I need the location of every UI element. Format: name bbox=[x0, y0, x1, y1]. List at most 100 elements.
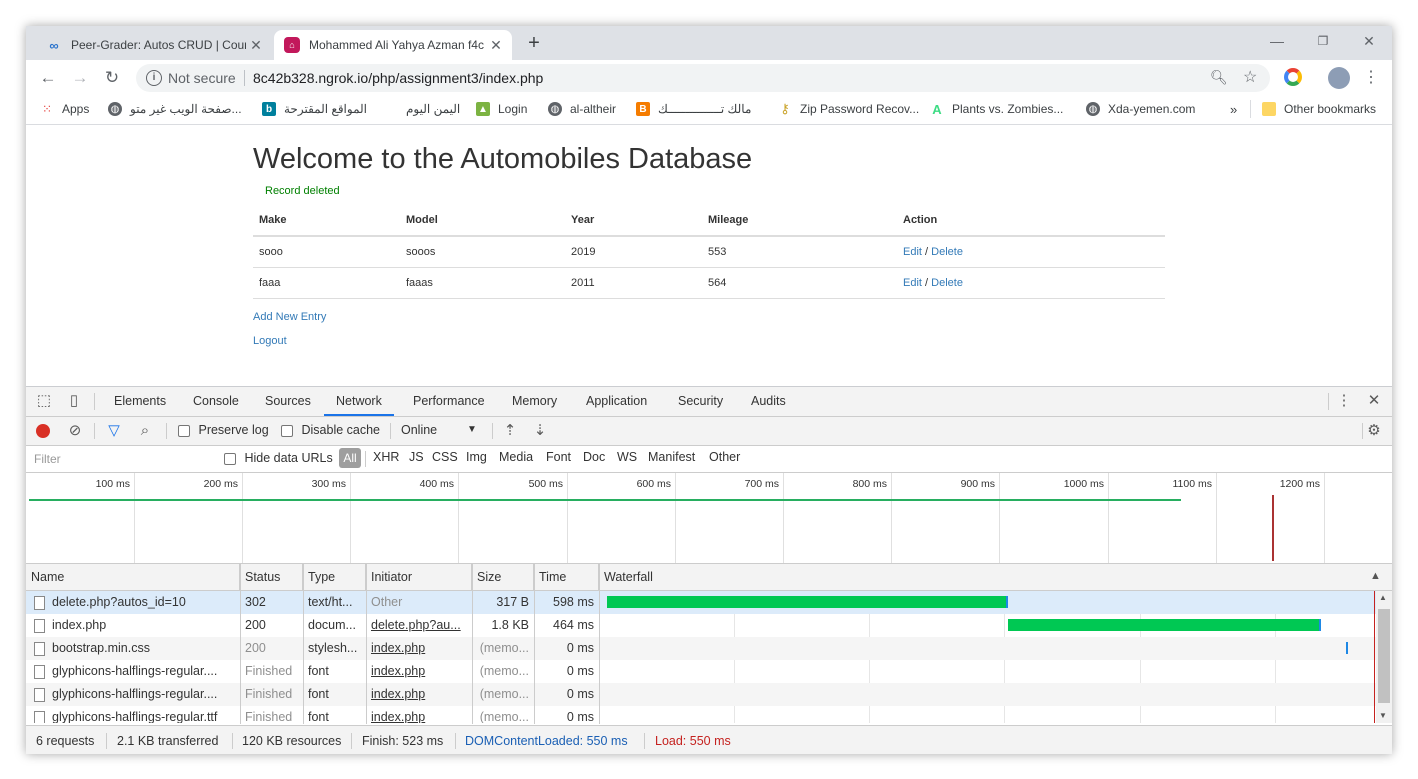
menu-icon[interactable]: ⋮ bbox=[1359, 66, 1383, 90]
scroll-down-icon[interactable]: ▼ bbox=[1379, 711, 1387, 720]
filter-input[interactable]: Filter bbox=[30, 449, 214, 469]
reload-icon[interactable]: ↻ bbox=[100, 66, 124, 90]
close-tab-icon[interactable]: ✕ bbox=[486, 37, 506, 54]
forward-icon[interactable]: → bbox=[68, 66, 92, 90]
tab-memory[interactable]: Memory bbox=[500, 387, 569, 416]
inspect-icon[interactable]: ⬚ bbox=[34, 391, 54, 411]
search-icon[interactable]: ⌕ bbox=[135, 421, 155, 441]
gear-icon[interactable]: ⚙ bbox=[1364, 421, 1384, 441]
disable-cache-toggle[interactable]: Disable cache bbox=[281, 423, 380, 437]
throttle-select[interactable]: Online ▼ bbox=[401, 423, 477, 437]
address-bar[interactable]: i Not secure 8c42b328.ngrok.io/php/assig… bbox=[136, 64, 1270, 92]
col-waterfall[interactable]: Waterfall bbox=[599, 564, 1392, 590]
back-icon[interactable]: ← bbox=[36, 66, 60, 90]
bookmark-4[interactable]: ▲ Login bbox=[476, 102, 527, 116]
request-initiator[interactable]: index.php bbox=[366, 683, 472, 706]
tab-performance[interactable]: Performance bbox=[401, 387, 497, 416]
preserve-log-toggle[interactable]: Preserve log bbox=[178, 423, 269, 437]
bookmark-7[interactable]: ⚷ Zip Password Recov... bbox=[778, 101, 919, 116]
bookmark-other[interactable]: Other bookmarks bbox=[1262, 102, 1376, 116]
request-row[interactable]: glyphicons-halflings-regular.... Finishe… bbox=[26, 683, 1376, 706]
type-filter-media[interactable]: Media bbox=[499, 450, 533, 464]
tab-security[interactable]: Security bbox=[666, 387, 735, 416]
request-initiator[interactable]: index.php bbox=[366, 706, 472, 723]
request-row[interactable]: bootstrap.min.css 200 stylesh... index.p… bbox=[26, 637, 1376, 660]
bookmark-6[interactable]: B مالك تـــــــــــــــك bbox=[636, 102, 751, 116]
type-filter-font[interactable]: Font bbox=[546, 450, 571, 464]
devtools-menu-icon[interactable]: ⋮ bbox=[1334, 391, 1354, 411]
type-filter-manifest[interactable]: Manifest bbox=[648, 450, 695, 464]
close-tab-icon[interactable]: ✕ bbox=[246, 37, 266, 54]
request-row[interactable]: glyphicons-halflings-regular.... Finishe… bbox=[26, 660, 1376, 683]
col-size[interactable]: Size bbox=[472, 564, 534, 590]
request-initiator[interactable]: index.php bbox=[366, 637, 472, 660]
delete-link[interactable]: Delete bbox=[931, 277, 963, 289]
tab-console[interactable]: Console bbox=[181, 387, 251, 416]
export-har-icon[interactable]: ⇣ bbox=[530, 421, 550, 441]
col-initiator[interactable]: Initiator bbox=[366, 564, 472, 590]
clear-icon[interactable]: ⊘ bbox=[65, 421, 85, 441]
type-filter-xhr[interactable]: XHR bbox=[373, 450, 399, 464]
type-filter-doc[interactable]: Doc bbox=[583, 450, 605, 464]
tab-sources[interactable]: Sources bbox=[253, 387, 323, 416]
tab-current[interactable]: ⌂ Mohammed Ali Yahya Azman f4c ✕ bbox=[274, 30, 512, 60]
type-filter-other[interactable]: Other bbox=[709, 450, 740, 464]
minimize-icon[interactable]: — bbox=[1254, 30, 1300, 52]
device-toggle-icon[interactable]: ▯ bbox=[64, 391, 84, 411]
extension-icon[interactable] bbox=[1284, 68, 1302, 86]
col-time[interactable]: Time bbox=[534, 564, 599, 590]
bookmark-5[interactable]: ◍ al-altheir bbox=[548, 102, 616, 116]
close-window-icon[interactable]: ✕ bbox=[1346, 30, 1392, 52]
bookmark-1[interactable]: ◍ صفحة الويب غير متو... bbox=[108, 102, 242, 116]
network-overview[interactable]: 100 ms 200 ms 300 ms 400 ms 500 ms 600 m… bbox=[26, 473, 1392, 564]
bookmark-2[interactable]: b المواقع المقترحة bbox=[262, 102, 367, 116]
tab-network[interactable]: Network bbox=[324, 387, 394, 416]
request-initiator[interactable]: index.php bbox=[366, 660, 472, 683]
col-type[interactable]: Type bbox=[303, 564, 366, 590]
edit-link[interactable]: Edit bbox=[903, 246, 922, 258]
col-status[interactable]: Status bbox=[240, 564, 303, 590]
type-filter-css[interactable]: CSS bbox=[432, 450, 458, 464]
logout-link[interactable]: Logout bbox=[253, 335, 287, 347]
filter-icon[interactable]: ▽ bbox=[104, 421, 124, 441]
type-filter-img[interactable]: Img bbox=[466, 450, 487, 464]
zoom-icon[interactable]: 🔍︎ bbox=[1210, 69, 1228, 86]
request-row[interactable]: delete.php?autos_id=10 302 text/ht... Ot… bbox=[26, 591, 1376, 614]
request-initiator[interactable]: delete.php?au... bbox=[366, 614, 472, 637]
col-name[interactable]: Name bbox=[26, 564, 240, 590]
delete-link[interactable]: Delete bbox=[931, 246, 963, 258]
tab-peer-grader[interactable]: ∞ Peer-Grader: Autos CRUD | Cours ✕ bbox=[36, 30, 272, 60]
bookmark-apps[interactable]: ⁙ Apps bbox=[40, 102, 89, 116]
star-icon[interactable]: ☆ bbox=[1243, 67, 1257, 87]
tab-audits[interactable]: Audits bbox=[739, 387, 798, 416]
bookmark-9[interactable]: ◍ Xda-yemen.com bbox=[1086, 102, 1195, 116]
bookmark-3[interactable]: اليمن اليوم bbox=[406, 102, 460, 116]
request-row[interactable]: index.php 200 docum... delete.php?au... … bbox=[26, 614, 1376, 637]
scrollbar-thumb[interactable] bbox=[1378, 609, 1390, 703]
requests-scrollbar[interactable]: ▲ ▼ bbox=[1376, 591, 1392, 723]
sort-arrow-icon[interactable]: ▲ bbox=[1370, 570, 1381, 582]
type-filter-all[interactable]: All bbox=[339, 448, 361, 468]
type-filter-ws[interactable]: WS bbox=[617, 450, 637, 464]
preserve-log-checkbox[interactable] bbox=[178, 424, 190, 437]
url-text[interactable]: 8c42b328.ngrok.io/php/assignment3/index.… bbox=[253, 70, 543, 86]
tab-application[interactable]: Application bbox=[574, 387, 659, 416]
edit-link[interactable]: Edit bbox=[903, 277, 922, 289]
scroll-up-icon[interactable]: ▲ bbox=[1379, 593, 1387, 602]
more-bookmarks-icon[interactable]: » bbox=[1230, 102, 1237, 117]
tab-elements[interactable]: Elements bbox=[102, 387, 178, 416]
hide-data-urls-checkbox[interactable] bbox=[224, 452, 236, 465]
record-icon[interactable] bbox=[36, 424, 50, 438]
new-tab-button[interactable]: + bbox=[522, 32, 546, 56]
request-row[interactable]: glyphicons-halflings-regular.ttf Finishe… bbox=[26, 706, 1376, 723]
disable-cache-checkbox[interactable] bbox=[281, 424, 293, 437]
hide-data-urls-toggle[interactable]: Hide data URLs bbox=[224, 451, 333, 465]
restore-icon[interactable]: ❐ bbox=[1300, 30, 1346, 52]
import-har-icon[interactable]: ⇡ bbox=[500, 421, 520, 441]
add-entry-link[interactable]: Add New Entry bbox=[253, 311, 326, 323]
avatar[interactable] bbox=[1328, 67, 1350, 89]
close-devtools-icon[interactable]: ✕ bbox=[1364, 391, 1384, 411]
type-filter-js[interactable]: JS bbox=[409, 450, 424, 464]
bookmark-8[interactable]: A Plants vs. Zombies... bbox=[930, 102, 1063, 117]
info-icon[interactable]: i bbox=[146, 70, 162, 86]
